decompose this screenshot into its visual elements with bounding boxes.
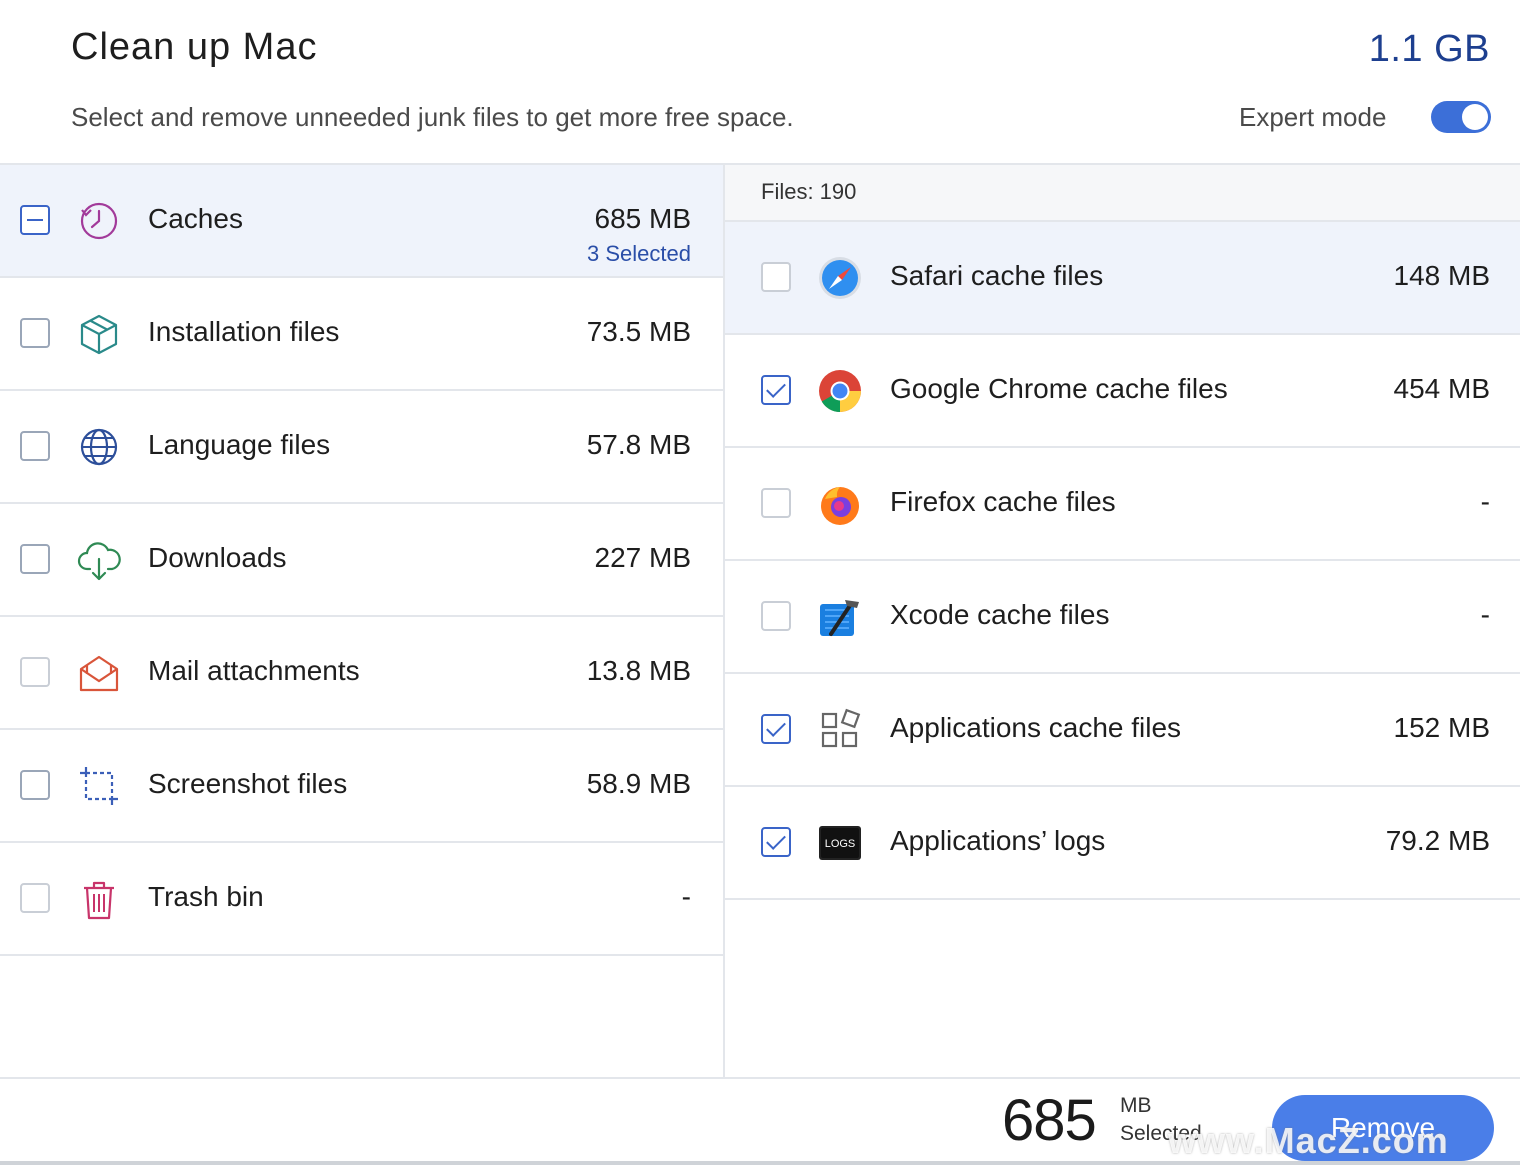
- category-row-language[interactable]: Language files 57.8 MB: [0, 391, 723, 504]
- language-checkbox[interactable]: [20, 431, 50, 461]
- footer-bar: 685 MB Selected Remove: [0, 1079, 1520, 1165]
- safari-checkbox[interactable]: [761, 262, 791, 292]
- file-row-app-cache[interactable]: Applications cache files 152 MB: [725, 674, 1520, 787]
- trash-checkbox[interactable]: [20, 883, 50, 913]
- history-clock-icon: [80, 202, 118, 240]
- selected-unit: MB: [1120, 1094, 1152, 1117]
- selected-amount: 685: [1002, 1088, 1097, 1153]
- category-row-screenshots[interactable]: Screenshot files 58.9 MB: [0, 730, 723, 843]
- file-row-app-logs[interactable]: LOGS Applications’ logs 79.2 MB: [725, 787, 1520, 900]
- category-label: Screenshot files: [148, 768, 348, 799]
- toggle-knob: [1462, 104, 1488, 130]
- file-size: -: [1480, 599, 1490, 630]
- category-row-installation[interactable]: Installation files 73.5 MB: [0, 278, 723, 391]
- category-size: -: [681, 881, 691, 912]
- category-label: Downloads: [148, 542, 287, 573]
- file-size: 79.2 MB: [1385, 825, 1490, 856]
- logs-icon: LOGS: [819, 826, 861, 860]
- total-junk-size: 1.1 GB: [1368, 28, 1490, 70]
- downloads-checkbox[interactable]: [20, 544, 50, 574]
- category-row-downloads[interactable]: Downloads 227 MB: [0, 504, 723, 617]
- page-subtitle: Select and remove unneeded junk files to…: [71, 102, 794, 132]
- category-label: Trash bin: [148, 881, 264, 912]
- crop-screenshot-icon: [80, 767, 118, 805]
- category-label: Language files: [148, 429, 331, 460]
- file-row-safari[interactable]: Safari cache files 148 MB: [725, 222, 1520, 335]
- file-label: Xcode cache files: [890, 599, 1110, 630]
- chrome-icon: [819, 370, 861, 412]
- mail-checkbox[interactable]: [20, 657, 50, 687]
- app-cache-checkbox[interactable]: [761, 714, 791, 744]
- file-row-chrome[interactable]: Google Chrome cache files 454 MB: [725, 335, 1520, 448]
- expert-mode-toggle[interactable]: [1431, 101, 1491, 133]
- page-title: Clean up Mac: [71, 26, 318, 68]
- file-label: Google Chrome cache files: [890, 373, 1228, 404]
- package-box-icon: [80, 314, 118, 355]
- caches-checkbox[interactable]: [20, 205, 50, 235]
- files-list: Files: 190 Safari cache files 148 MB Goo…: [725, 165, 1520, 1077]
- remove-button[interactable]: Remove: [1272, 1095, 1494, 1161]
- category-size: 685 MB: [594, 203, 692, 234]
- file-label: Applications cache files: [890, 712, 1182, 743]
- category-selected-count: 3 Selected: [587, 241, 691, 266]
- logs-icon-text: LOGS: [825, 838, 856, 850]
- file-row-xcode[interactable]: Xcode cache files -: [725, 561, 1520, 674]
- installation-checkbox[interactable]: [20, 318, 50, 348]
- category-label: Installation files: [148, 316, 340, 347]
- categories-list: Caches 685 MB 3 Selected Installation fi…: [0, 165, 723, 1077]
- file-label: Safari cache files: [890, 260, 1104, 291]
- expert-mode-label: Expert mode: [1239, 102, 1387, 132]
- category-row-caches[interactable]: Caches 685 MB 3 Selected: [0, 165, 723, 278]
- category-size: 227 MB: [594, 542, 692, 573]
- file-size: 148 MB: [1393, 260, 1491, 291]
- xcode-icon: [820, 600, 859, 636]
- category-size: 73.5 MB: [586, 316, 691, 347]
- file-size: 152 MB: [1393, 712, 1491, 743]
- cloud-download-icon: [77, 542, 121, 581]
- globe-icon: [80, 428, 118, 466]
- file-label: Firefox cache files: [890, 486, 1116, 517]
- file-row-firefox[interactable]: Firefox cache files -: [725, 448, 1520, 561]
- xcode-checkbox[interactable]: [761, 601, 791, 631]
- file-size: 454 MB: [1393, 373, 1491, 404]
- category-row-mail[interactable]: Mail attachments 13.8 MB: [0, 617, 723, 730]
- chrome-checkbox[interactable]: [761, 375, 791, 405]
- files-header: Files: 190: [725, 165, 1520, 222]
- category-label: Mail attachments: [148, 655, 360, 686]
- screenshots-checkbox[interactable]: [20, 770, 50, 800]
- app-logs-checkbox[interactable]: [761, 827, 791, 857]
- trash-bin-icon: [84, 881, 114, 920]
- category-size: 57.8 MB: [586, 429, 691, 460]
- safari-icon: [819, 257, 861, 299]
- mail-open-icon: [79, 655, 119, 692]
- file-size: -: [1480, 486, 1490, 517]
- files-count: Files: 190: [761, 179, 857, 204]
- window-bottom-edge: [0, 1161, 1520, 1165]
- category-label: Caches: [148, 203, 243, 234]
- app-grid-icon: [821, 708, 861, 748]
- selected-label: Selected: [1120, 1122, 1202, 1145]
- firefox-icon: [821, 487, 859, 525]
- category-row-trash[interactable]: Trash bin -: [0, 843, 723, 956]
- file-label: Applications’ logs: [890, 825, 1106, 856]
- category-size: 58.9 MB: [586, 768, 691, 799]
- category-size: 13.8 MB: [586, 655, 691, 686]
- firefox-checkbox[interactable]: [761, 488, 791, 518]
